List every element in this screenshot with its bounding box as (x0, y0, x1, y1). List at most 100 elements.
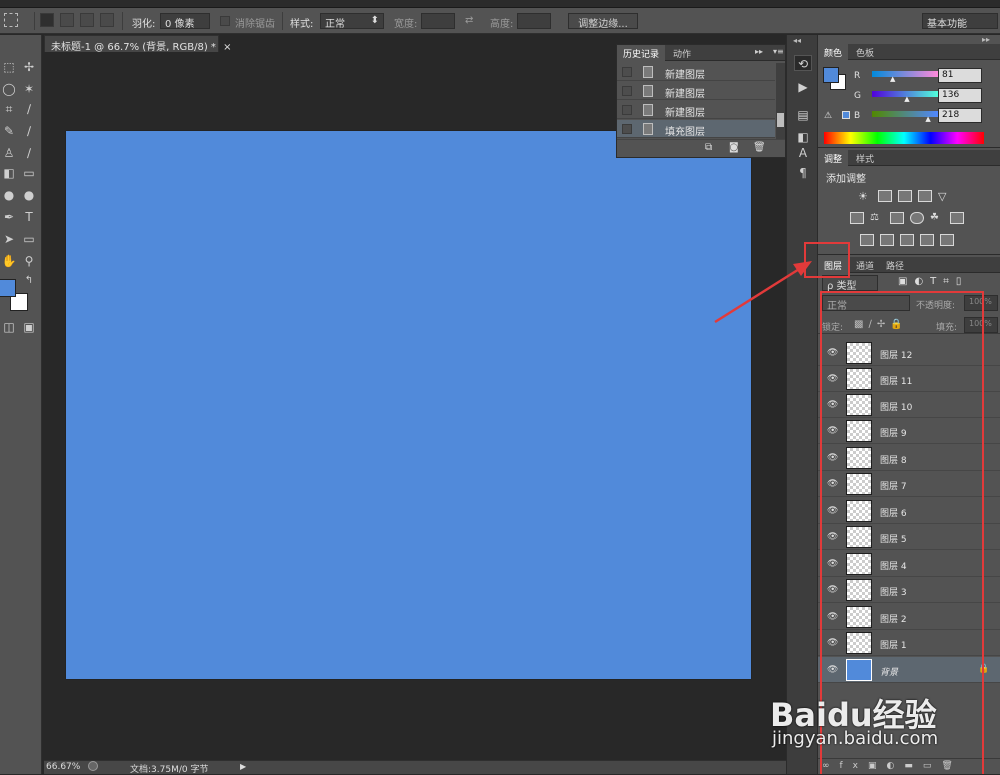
type-icon[interactable]: T (20, 209, 38, 225)
path-select-icon[interactable]: ➤ (0, 231, 18, 247)
tab-history[interactable]: 历史记录 (617, 45, 666, 61)
quick-mask-icon[interactable]: ◫ (0, 319, 18, 335)
red-value-input[interactable]: 81 (938, 68, 982, 83)
color-spectrum-bar[interactable] (824, 132, 984, 144)
history-brush-icon[interactable]: ∕ (20, 145, 38, 161)
history-snapshot-checkbox[interactable] (622, 86, 632, 96)
feather-input[interactable]: 0 像素 (160, 13, 210, 30)
lasso-icon[interactable]: ◯ (0, 81, 18, 97)
hand-icon[interactable]: ✋ (0, 253, 18, 269)
websafe-chip[interactable] (842, 111, 850, 119)
rectangle-icon[interactable]: ▭ (20, 231, 38, 247)
history-scrollbar[interactable] (776, 63, 785, 139)
photo-filter-icon[interactable] (910, 212, 924, 224)
gamut-warning-icon[interactable]: ⚠ (824, 111, 832, 121)
new-document-icon[interactable]: ⧉ (705, 142, 712, 153)
intersect-selection-icon[interactable] (100, 13, 114, 27)
style-select[interactable]: 正常 ⬍ (320, 13, 384, 30)
dodge-icon[interactable]: ● (20, 187, 38, 203)
invert-icon[interactable] (860, 234, 874, 246)
tab-channels[interactable]: 通道 (850, 257, 880, 273)
green-value-input[interactable]: 136 (938, 88, 982, 103)
slider-caret[interactable]: ▲ (925, 115, 930, 123)
channel-mixer-icon[interactable]: ☘ (930, 212, 944, 224)
magic-wand-icon[interactable]: ✶ (20, 81, 38, 97)
tab-actions[interactable]: 动作 (667, 45, 697, 61)
document-tab[interactable]: 未标题-1 @ 66.7% (背景, RGB/8) * × (44, 35, 231, 53)
scrollbar-thumb[interactable] (777, 113, 784, 127)
selective-color-icon[interactable] (920, 234, 934, 246)
history-snapshot-checkbox[interactable] (622, 124, 632, 134)
history-dock-icon[interactable]: ⟲ (794, 55, 812, 71)
character-dock-icon[interactable]: A (794, 145, 812, 161)
hue-saturation-icon[interactable] (850, 212, 864, 224)
paragraph-dock-icon[interactable]: ¶ (794, 165, 812, 181)
blue-value-input[interactable]: 218 (938, 108, 982, 123)
exposure-icon[interactable] (918, 190, 932, 202)
history-item[interactable]: 新建图层 (617, 101, 775, 119)
new-selection-icon[interactable] (40, 13, 54, 27)
info-dock-icon[interactable]: ◧ (794, 129, 812, 145)
collapse-panels-icon[interactable]: ▸▸ (982, 35, 990, 44)
brightness-icon[interactable]: ☀ (858, 190, 872, 203)
height-input[interactable] (517, 13, 551, 29)
tab-color[interactable]: 颜色 (818, 44, 849, 60)
status-menu-arrow-icon[interactable]: ▶ (240, 762, 246, 771)
zoom-icon[interactable]: ⚲ (20, 253, 38, 269)
history-snapshot-checkbox[interactable] (622, 67, 632, 77)
vibrance-icon[interactable]: ▽ (938, 190, 952, 203)
threshold-icon[interactable] (900, 234, 914, 246)
blue-slider[interactable]: ⚠ B 218 ▲ (824, 108, 1000, 126)
status-icon[interactable] (88, 761, 98, 771)
clone-stamp-icon[interactable]: ♙ (0, 145, 18, 161)
gradient-map-icon[interactable] (940, 234, 954, 246)
marquee-tool-icon[interactable] (4, 13, 18, 27)
brush-icon[interactable]: ∕ (20, 123, 38, 139)
subtract-selection-icon[interactable] (80, 13, 94, 27)
document-canvas[interactable] (66, 131, 751, 679)
marquee-icon[interactable]: ⬚ (0, 59, 18, 75)
pen-icon[interactable]: ✒ (0, 209, 18, 225)
tab-adjustments[interactable]: 调整 (818, 150, 849, 166)
blur-icon[interactable]: ● (0, 187, 18, 203)
foreground-color-swatch[interactable] (0, 279, 16, 297)
trash-icon[interactable]: 🗑 (753, 142, 766, 153)
history-item[interactable]: 新建图层 (617, 63, 775, 81)
antialias-checkbox[interactable] (220, 16, 230, 26)
gradient-icon[interactable]: ▭ (20, 165, 38, 181)
eraser-icon[interactable]: ◧ (0, 165, 18, 181)
red-slider-track[interactable] (872, 71, 938, 77)
green-slider[interactable]: G 136 ▲ (824, 88, 1000, 106)
tab-styles[interactable]: 样式 (850, 150, 880, 166)
camera-icon[interactable]: ◙ (729, 142, 739, 153)
healing-brush-icon[interactable]: ✎ (0, 123, 18, 139)
color-balance-icon[interactable]: ⚖ (870, 212, 884, 224)
history-snapshot-checkbox[interactable] (622, 105, 632, 115)
zoom-level[interactable]: 66.67% (46, 762, 80, 772)
expand-panels-icon[interactable]: ◂◂ (793, 36, 801, 45)
red-slider[interactable]: R 81 ▲ (824, 68, 1000, 86)
curves-icon[interactable] (898, 190, 912, 202)
black-white-icon[interactable] (890, 212, 904, 224)
screen-mode-icon[interactable]: ▣ (20, 319, 38, 335)
actions-dock-icon[interactable]: ▶ (794, 79, 812, 95)
posterize-icon[interactable] (880, 234, 894, 246)
swap-icon[interactable]: ⇄ (465, 15, 473, 26)
history-item[interactable]: 填充图层 (617, 120, 775, 138)
workspace-select[interactable]: 基本功能 (922, 13, 998, 30)
eyedropper-icon[interactable]: ∕ (20, 101, 38, 117)
move-icon[interactable]: ✢ (20, 59, 38, 75)
width-input[interactable] (421, 13, 455, 29)
add-selection-icon[interactable] (60, 13, 74, 27)
history-item[interactable]: 新建图层 (617, 82, 775, 100)
slider-caret[interactable]: ▲ (904, 95, 909, 103)
tab-paths[interactable]: 路径 (880, 257, 910, 273)
properties-dock-icon[interactable]: ▤ (794, 107, 812, 123)
levels-icon[interactable] (878, 190, 892, 202)
layer-filter-icons[interactable]: ▣◐T⌗▯ (898, 276, 968, 287)
slider-caret[interactable]: ▲ (890, 75, 895, 83)
swap-colors-icon[interactable]: ↰ (20, 273, 38, 289)
crop-icon[interactable]: ⌗ (0, 101, 18, 117)
tab-swatches[interactable]: 色板 (850, 44, 880, 60)
color-lookup-icon[interactable] (950, 212, 964, 224)
